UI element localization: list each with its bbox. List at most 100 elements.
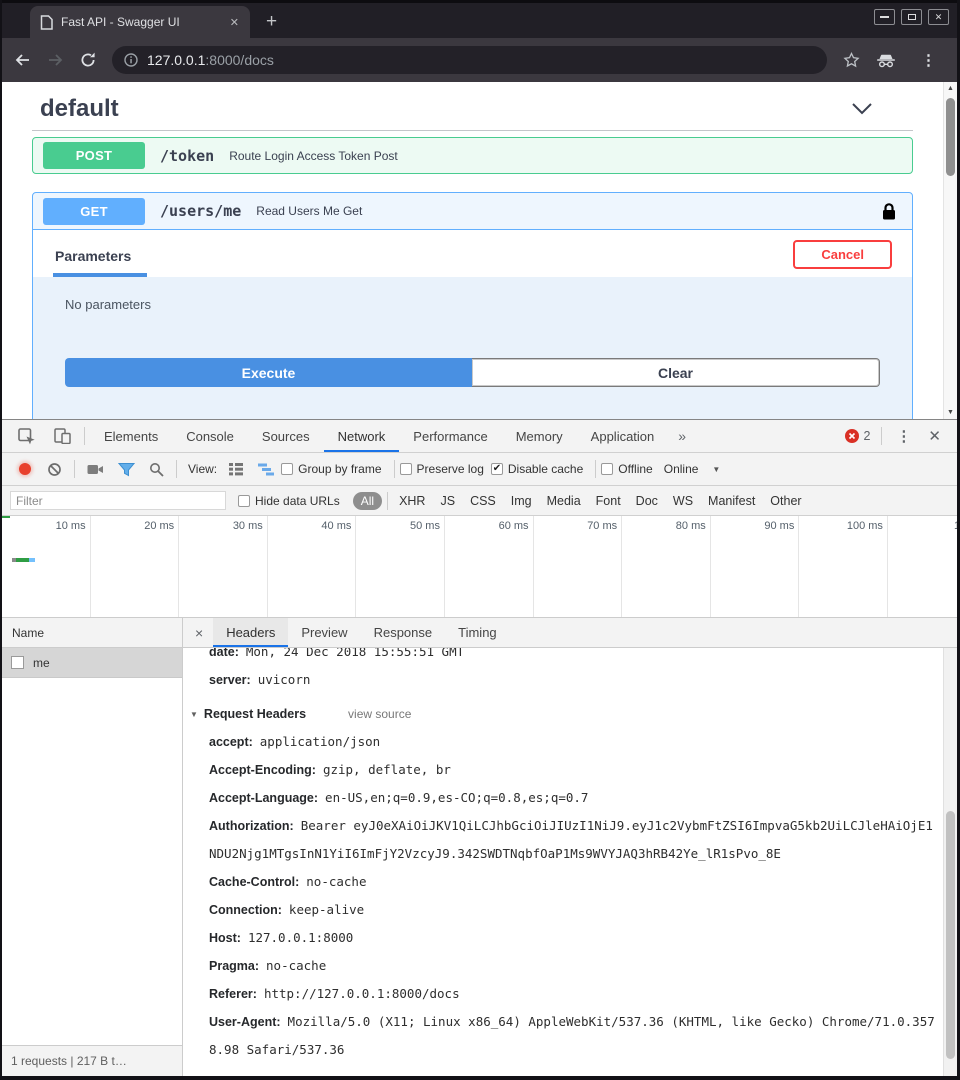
minimize-icon: [880, 16, 889, 18]
error-badge[interactable]: 2: [839, 429, 876, 443]
site-info-icon[interactable]: [124, 53, 138, 67]
tab-elements[interactable]: Elements: [90, 420, 172, 452]
back-button[interactable]: [14, 52, 31, 68]
browser-menu-icon[interactable]: ⋮: [912, 51, 945, 69]
tab-application[interactable]: Application: [577, 420, 669, 452]
name-column-header[interactable]: Name: [2, 618, 182, 648]
headers-content[interactable]: date:Mon, 24 Dec 2018 15:55:51 GMT serve…: [183, 648, 957, 1076]
opblock-post-header[interactable]: POST /token Route Login Access Token Pos…: [33, 138, 912, 173]
detail-tab-headers[interactable]: Headers: [213, 618, 288, 647]
timeline-tick: 40 ms: [268, 516, 357, 617]
filter-funnel-icon[interactable]: [111, 462, 142, 477]
details-scrollbar[interactable]: [943, 648, 957, 1076]
close-window-button[interactable]: ✕: [928, 9, 949, 25]
opblock-post-token: POST /token Route Login Access Token Pos…: [32, 137, 913, 174]
get-summary: Read Users Me Get: [256, 204, 362, 218]
filter-type[interactable]: XHR: [399, 494, 425, 508]
bookmark-star-icon[interactable]: [843, 52, 860, 68]
search-icon[interactable]: [142, 462, 171, 477]
inspect-element-icon[interactable]: [10, 428, 45, 445]
browser-tab[interactable]: Fast API - Swagger UI ✕: [30, 6, 250, 38]
filter-type[interactable]: JS: [440, 494, 455, 508]
collapse-section-chevron-icon[interactable]: [851, 102, 873, 116]
tab-memory[interactable]: Memory: [502, 420, 577, 452]
capture-screenshots-icon[interactable]: [80, 463, 111, 476]
filter-type[interactable]: Other: [770, 494, 801, 508]
refresh-button[interactable]: [80, 52, 96, 68]
opblock-get-header[interactable]: GET /users/me Read Users Me Get: [33, 193, 912, 230]
divider: [595, 460, 596, 478]
filter-type[interactable]: Img: [511, 494, 532, 508]
throttling-select[interactable]: Online: [664, 462, 699, 476]
throttling-caret-icon[interactable]: ▼: [712, 465, 720, 474]
scroll-up-icon[interactable]: ▲: [944, 85, 957, 92]
clear-requests-icon[interactable]: [40, 462, 69, 477]
minimize-button[interactable]: [874, 9, 895, 25]
list-view-icon[interactable]: [221, 462, 251, 476]
disable-cache-label[interactable]: Disable cache: [508, 462, 583, 476]
timeline-tick: 50 ms: [356, 516, 445, 617]
execute-button[interactable]: Execute: [65, 358, 472, 387]
forward-button[interactable]: [47, 52, 64, 68]
request-header-row: Referer:http://127.0.0.1:8000/docs: [183, 980, 937, 1008]
details-scrollbar-thumb[interactable]: [946, 811, 955, 1059]
tab-sources[interactable]: Sources: [248, 420, 324, 452]
hide-data-urls-checkbox[interactable]: [238, 495, 250, 507]
devtools-close-icon[interactable]: ✕: [920, 427, 949, 445]
device-toolbar-icon[interactable]: [45, 428, 79, 444]
devtools-menu-icon[interactable]: ⋮: [887, 427, 920, 445]
filter-type-all[interactable]: All: [353, 492, 382, 510]
request-list-panel: Name me 1 requests | 217 B t…: [2, 618, 183, 1076]
filter-type[interactable]: WS: [673, 494, 693, 508]
offline-checkbox[interactable]: [601, 463, 613, 475]
tab-close-icon[interactable]: ✕: [227, 16, 242, 29]
collapse-triangle-icon[interactable]: ▼: [190, 701, 198, 728]
new-tab-button[interactable]: +: [266, 12, 277, 31]
cancel-button[interactable]: Cancel: [793, 240, 892, 269]
filter-type[interactable]: Media: [547, 494, 581, 508]
waterfall-view-icon[interactable]: [251, 462, 281, 476]
tab-network[interactable]: Network: [324, 420, 400, 452]
detail-close-icon[interactable]: ×: [185, 625, 213, 641]
clear-button[interactable]: Clear: [472, 358, 880, 387]
request-headers-section[interactable]: ▼ Request Headers view source: [183, 701, 937, 728]
detail-tab-response[interactable]: Response: [361, 618, 446, 647]
incognito-icon: [876, 53, 896, 68]
detail-tab-timing[interactable]: Timing: [445, 618, 510, 647]
record-button[interactable]: [19, 463, 31, 475]
preserve-log-checkbox[interactable]: [400, 463, 412, 475]
offline-label[interactable]: Offline: [618, 462, 652, 476]
scroll-down-icon[interactable]: ▼: [944, 409, 957, 416]
tab-console[interactable]: Console: [172, 420, 248, 452]
filter-type[interactable]: Font: [596, 494, 621, 508]
auth-lock-icon[interactable]: [881, 202, 897, 221]
tab-performance[interactable]: Performance: [399, 420, 501, 452]
maximize-button[interactable]: [901, 9, 922, 25]
filter-type[interactable]: CSS: [470, 494, 496, 508]
url-bar[interactable]: 127.0.0.1:8000/docs: [112, 46, 827, 74]
preserve-log-label[interactable]: Preserve log: [417, 462, 484, 476]
network-overview-timeline[interactable]: 10 ms20 ms30 ms40 ms50 ms60 ms70 ms80 ms…: [2, 516, 957, 618]
view-label: View:: [188, 462, 217, 476]
filter-type[interactable]: Doc: [636, 494, 658, 508]
url-host: 127.0.0.1: [147, 52, 205, 68]
more-tabs-chevron[interactable]: »: [668, 428, 696, 444]
hide-data-urls-label[interactable]: Hide data URLs: [255, 494, 340, 508]
request-headers-title: Request Headers: [204, 701, 306, 728]
request-details-panel: × Headers Preview Response Timing date:M…: [183, 618, 957, 1076]
page-scrollbar[interactable]: ▲ ▼: [943, 82, 957, 419]
request-row-me[interactable]: me: [2, 648, 182, 678]
page-scrollbar-thumb[interactable]: [946, 98, 955, 176]
filter-input[interactable]: [10, 491, 226, 510]
header-value: Bearer eyJ0eXAiOiJKV1QiLCJhbGciOiJIUzI1N…: [209, 818, 933, 861]
header-value: application/json: [260, 734, 380, 749]
detail-tab-preview[interactable]: Preview: [288, 618, 360, 647]
disable-cache-checkbox[interactable]: ✔: [491, 463, 503, 475]
group-by-frame-label[interactable]: Group by frame: [298, 462, 381, 476]
request-header-row: Authorization:Bearer eyJ0eXAiOiJKV1QiLCJ…: [183, 812, 937, 868]
group-by-frame-checkbox[interactable]: [281, 463, 293, 475]
request-header-row: Accept-Encoding:gzip, deflate, br: [183, 756, 937, 784]
view-source-link[interactable]: view source: [348, 701, 411, 728]
url-path: :8000/docs: [205, 52, 274, 68]
filter-type[interactable]: Manifest: [708, 494, 755, 508]
